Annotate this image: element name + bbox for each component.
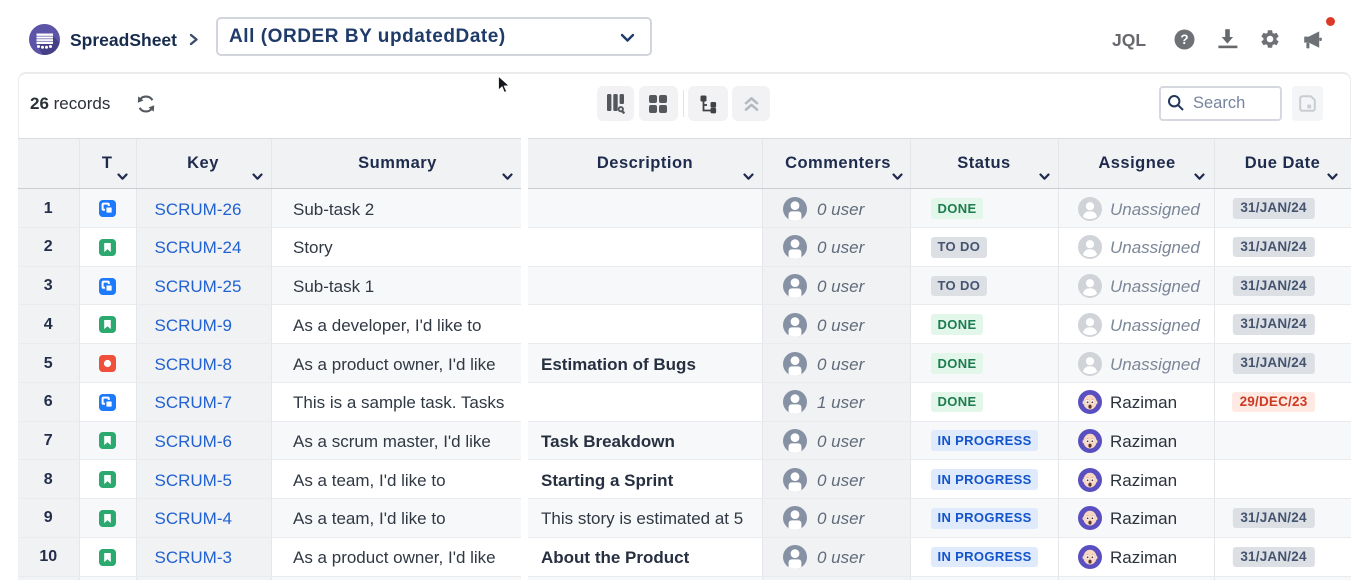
svg-text:?: ? <box>1180 32 1188 47</box>
